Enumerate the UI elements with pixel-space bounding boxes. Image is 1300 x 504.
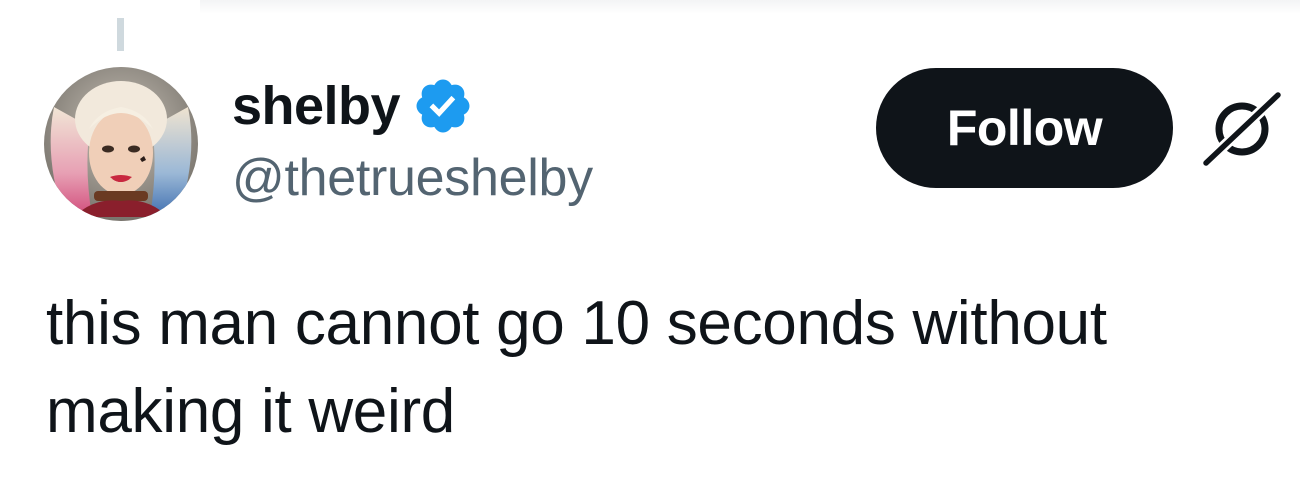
thread-connector-line — [117, 18, 124, 51]
follow-button[interactable]: Follow — [876, 68, 1173, 188]
avatar-photo-icon — [44, 67, 198, 221]
tweet-text: this man cannot go 10 seconds without ma… — [46, 289, 1107, 446]
verified-badge-icon[interactable] — [412, 75, 474, 137]
author-avatar[interactable] — [44, 67, 198, 221]
grok-icon[interactable] — [1200, 89, 1284, 169]
author-display-name[interactable]: shelby — [232, 75, 401, 137]
top-divider — [200, 0, 1300, 14]
author-info: shelby @thetrueshelby — [232, 72, 593, 208]
author-name-row: shelby — [232, 72, 593, 140]
author-handle[interactable]: @thetrueshelby — [232, 148, 593, 208]
